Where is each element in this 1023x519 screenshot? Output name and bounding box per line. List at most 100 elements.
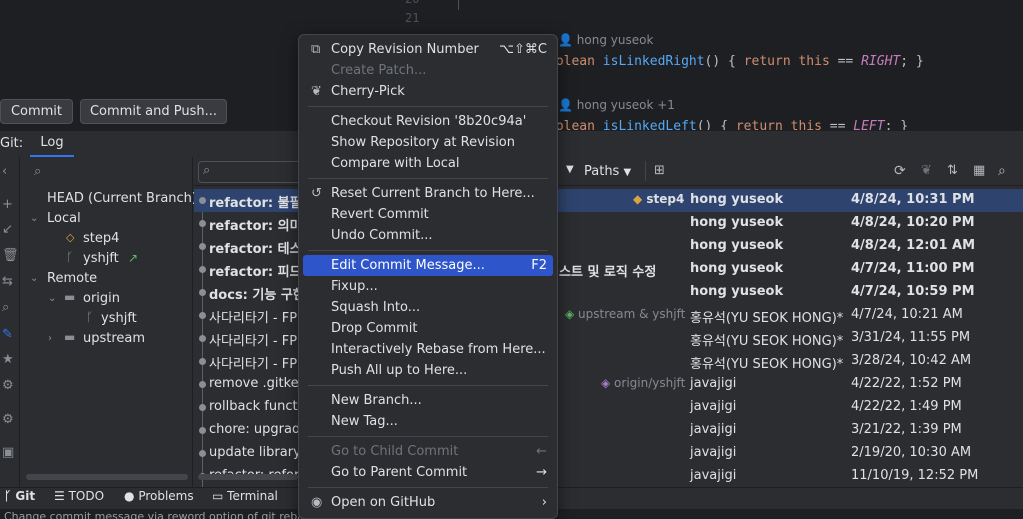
commit-message: 사다리타기 - FP, [209,311,302,326]
menu-item-undo-commit[interactable]: Undo Commit... [303,225,553,246]
branches-scrollbar[interactable] [26,474,188,480]
chevron-down-icon[interactable]: ▼ [566,164,574,175]
commit-node [199,450,206,457]
refresh-icon[interactable]: ⟳ [894,163,906,179]
menu-item-go-to-parent-commit[interactable]: Go to Parent Commit → [303,462,553,483]
tool-tab-problems[interactable]: ● Problems [124,489,194,503]
folder-icon[interactable]: ▣ [2,445,14,460]
commit-date: 4/7/24, 10:59 PM [851,284,975,299]
chevron-down-icon[interactable]: ⌄ [30,273,38,284]
branch-group-local[interactable]: Local [47,211,81,226]
commit-date: 4/8/24, 10:31 PM [851,192,975,207]
menu-item-reset-current-branch[interactable]: ↺ Reset Current Branch to Here... [303,183,553,204]
code-line-is-linked-right[interactable]: oolean isLinkedRight() { return this == … [548,54,924,69]
chevron-down-icon[interactable]: ⌄ [48,293,56,304]
branch-group-origin[interactable]: origin [83,291,120,306]
menu-item-open-on-github[interactable]: ◉ Open on GitHub › [303,492,553,513]
status-text: Change commit message via reword option … [4,510,317,519]
commit-date: 3/31/24, 11:55 PM [851,330,971,345]
collapse-icon[interactable]: ‹ [2,164,7,179]
commit-author: hong yuseok [690,238,784,253]
paths-filter[interactable]: Paths ▼ [584,164,631,179]
commit-date: 3/21/22, 1:39 PM [851,422,962,437]
delete-icon[interactable]: 🗑 [2,248,19,263]
git-label: Git: [0,136,24,151]
menu-separator [308,385,548,386]
menu-item-compare-with-local[interactable]: Compare with Local [303,153,553,174]
commit-node [199,243,206,250]
branch-icon: ᚴ [4,489,12,503]
cherry-pick-icon[interactable]: ❦ [921,163,932,178]
branch-item-origin-yshjft[interactable]: yshjft [101,311,137,326]
list-icon: ☰ [54,489,65,503]
gear-icon[interactable]: ⚙ [2,412,14,427]
commit-author: 홍유석(YU SEOK HONG)* [690,357,844,372]
log-scrollbar[interactable] [198,474,298,480]
branch-group-upstream[interactable]: upstream [83,331,145,346]
menu-item-checkout-revision[interactable]: Checkout Revision '8b20c94a' [303,111,553,132]
tool-tab-todo[interactable]: ☰ TODO [54,489,104,503]
commit-author: javajigi [690,468,737,483]
search-icon[interactable]: ⌕ [998,163,1006,179]
menu-item-copy-revision-number[interactable]: ⧉ Copy Revision Number ⌥⇧⌘C [303,39,553,60]
menu-item-drop-commit[interactable]: Drop Commit [303,318,553,339]
menu-item-create-patch[interactable]: Create Patch... [303,60,553,81]
commit-date: 3/28/24, 10:42 AM [851,353,972,368]
author-hint: 👤 hong yuseok [558,33,654,47]
branch-compare-icon[interactable]: ✎ [2,327,13,342]
menu-separator [308,178,548,179]
update-icon[interactable]: ⇆ [2,274,13,289]
tool-tab-git[interactable]: ᚴ Git [4,489,35,503]
pull-icon[interactable]: ↙ [2,222,13,237]
branch-head[interactable]: HEAD (Current Branch) [47,191,197,206]
commit-date: 4/7/24, 10:21 AM [851,307,963,322]
tab-log[interactable]: Log [30,130,74,157]
star-icon[interactable]: ★ [2,352,14,367]
menu-separator [308,487,548,488]
menu-item-go-to-child-commit[interactable]: Go to Child Commit ← [303,441,553,462]
commit-date: 4/7/24, 11:00 PM [851,261,975,276]
commit-author: javajigi [690,399,737,414]
commit-message: remove .gitkee [209,376,307,391]
menu-item-cherry-pick[interactable]: ❦ Cherry-Pick [303,81,553,102]
commit-author: javajigi [690,376,737,391]
tool-tab-terminal[interactable]: ▭ Terminal [212,489,278,503]
menu-item-fixup[interactable]: Fixup... [303,276,553,297]
chevron-down-icon[interactable]: ⌄ [30,213,38,224]
commit-author: hong yuseok [690,192,784,207]
folder-icon: ▬ [64,330,76,344]
menu-item-revert-commit[interactable]: Revert Commit [303,204,553,225]
branch-group-remote[interactable]: Remote [47,271,97,286]
menu-item-show-repository[interactable]: Show Repository at Revision [303,132,553,153]
menu-item-new-branch[interactable]: New Branch... [303,390,553,411]
editor-gutter [392,0,458,34]
menu-item-interactive-rebase[interactable]: Interactively Rebase from Here... [303,339,553,360]
commit-message: update library [209,445,301,460]
menu-item-squash-into[interactable]: Squash Into... [303,297,553,318]
new-tab-icon[interactable]: ⊞ [654,163,665,178]
cherry-icon: ❦ [311,84,322,99]
commit-and-push-button[interactable]: Commit and Push... [80,99,227,124]
terminal-icon: ▭ [212,489,224,503]
menu-item-push-all-up-to-here[interactable]: Push All up to Here... [303,360,553,381]
folder-icon: ▬ [64,290,76,304]
view-options-icon[interactable]: ▦ [973,163,985,178]
search-icon[interactable]: ⌕ [2,300,9,315]
branch-item-yshjft[interactable]: yshjft [83,251,119,266]
menu-separator [308,106,548,107]
chevron-right-icon[interactable]: › [48,333,52,344]
commit-date: 4/22/22, 1:52 PM [851,376,962,391]
sort-icon[interactable]: ⇅ [947,163,958,178]
commit-message: chore: upgrade [209,422,309,437]
log-search-input[interactable]: ⌕ [198,161,302,183]
branch-item-step4[interactable]: step4 [83,231,119,246]
menu-item-new-tag[interactable]: New Tag... [303,411,553,432]
person-icon: 👤 [558,98,573,112]
add-icon[interactable]: + [2,197,13,212]
chevron-down-icon: ▼ [623,167,632,178]
menu-item-edit-commit-message[interactable]: Edit Commit Message... F2 [303,255,553,276]
search-icon: ⌕ [34,164,42,179]
commit-date: 4/22/22, 1:49 PM [851,399,962,414]
commit-button[interactable]: Commit [0,99,73,124]
settings-icon[interactable]: ⚙ [2,378,14,393]
